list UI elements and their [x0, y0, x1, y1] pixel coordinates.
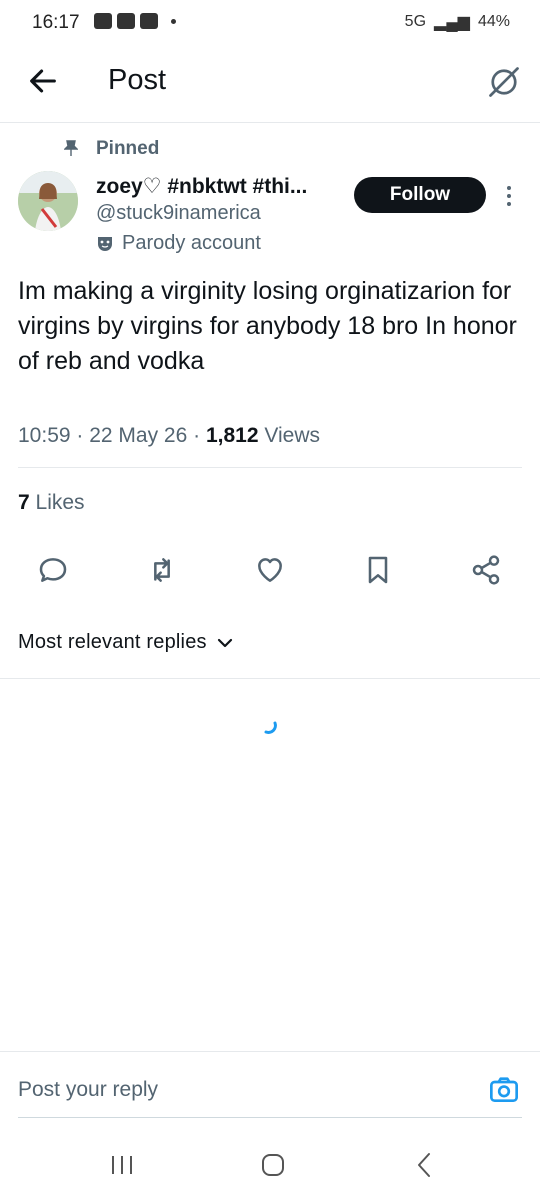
share-icon[interactable]: [470, 554, 502, 586]
post-meta: 10:59 · 22 May 26 · 1,812 Views: [18, 424, 321, 447]
author-handle[interactable]: @stuck9inamerica: [96, 202, 261, 225]
pinned-label: Pinned: [96, 138, 160, 159]
loading-spinner-icon: [264, 721, 277, 734]
avatar[interactable]: [18, 171, 78, 231]
status-right: 5G ▂▄▆ 44%: [405, 12, 510, 32]
chevron-down-icon: [217, 638, 232, 647]
follow-button[interactable]: Follow: [354, 177, 486, 213]
pin-icon: [64, 140, 78, 156]
meta-divider: [18, 467, 522, 468]
likes-count: 7: [18, 491, 30, 514]
home-icon[interactable]: [260, 1152, 286, 1178]
reply-underline: [18, 1117, 522, 1118]
parody-label: Parody account: [122, 232, 261, 254]
author-name[interactable]: zoey♡ #nbktwt #thi...: [96, 174, 336, 199]
likes-label: Likes: [35, 491, 85, 514]
replies-sort-dropdown[interactable]: Most relevant replies: [18, 631, 233, 654]
system-nav-bar: [0, 1140, 540, 1199]
notification-dot-icon: [171, 19, 176, 24]
back-nav-icon[interactable]: [416, 1152, 432, 1178]
likes-summary[interactable]: 7 Likes: [18, 491, 85, 515]
reply-icon[interactable]: [37, 554, 69, 586]
page-title: Post: [108, 64, 167, 96]
network-type: 5G: [404, 13, 427, 30]
gallery-icon: [94, 13, 112, 29]
youtube-icon: [140, 13, 158, 29]
views-label: Views: [264, 424, 321, 447]
status-bar: 16:17 5G ▂▄▆ 44%: [0, 0, 540, 46]
post-date: 22 May 26: [89, 424, 188, 447]
grok-icon[interactable]: [486, 64, 522, 100]
header-divider: [0, 122, 540, 123]
sort-label: Most relevant replies: [18, 631, 207, 653]
parody-badge: Parody account: [96, 232, 261, 255]
status-time: 16:17: [32, 12, 80, 33]
news-icon: [117, 13, 135, 29]
camera-icon[interactable]: [488, 1074, 520, 1106]
more-options-icon[interactable]: [502, 184, 516, 208]
mask-icon: [98, 236, 112, 251]
views-count: 1,812: [205, 424, 259, 447]
like-icon[interactable]: [254, 554, 286, 586]
composer-divider: [0, 1051, 540, 1052]
replies-divider: [0, 678, 540, 679]
battery-level: 44%: [477, 13, 510, 30]
post-time: 10:59: [18, 424, 71, 447]
reply-input[interactable]: Post your reply: [18, 1078, 158, 1102]
post-text: Im making a virginity losing orginatizar…: [18, 277, 517, 375]
bookmark-icon[interactable]: [362, 554, 394, 586]
repost-icon[interactable]: [146, 554, 178, 586]
signal-icon: ▂▄▆: [434, 14, 470, 31]
recent-apps-icon[interactable]: [110, 1154, 134, 1176]
arrow-left-icon[interactable]: [26, 64, 60, 98]
